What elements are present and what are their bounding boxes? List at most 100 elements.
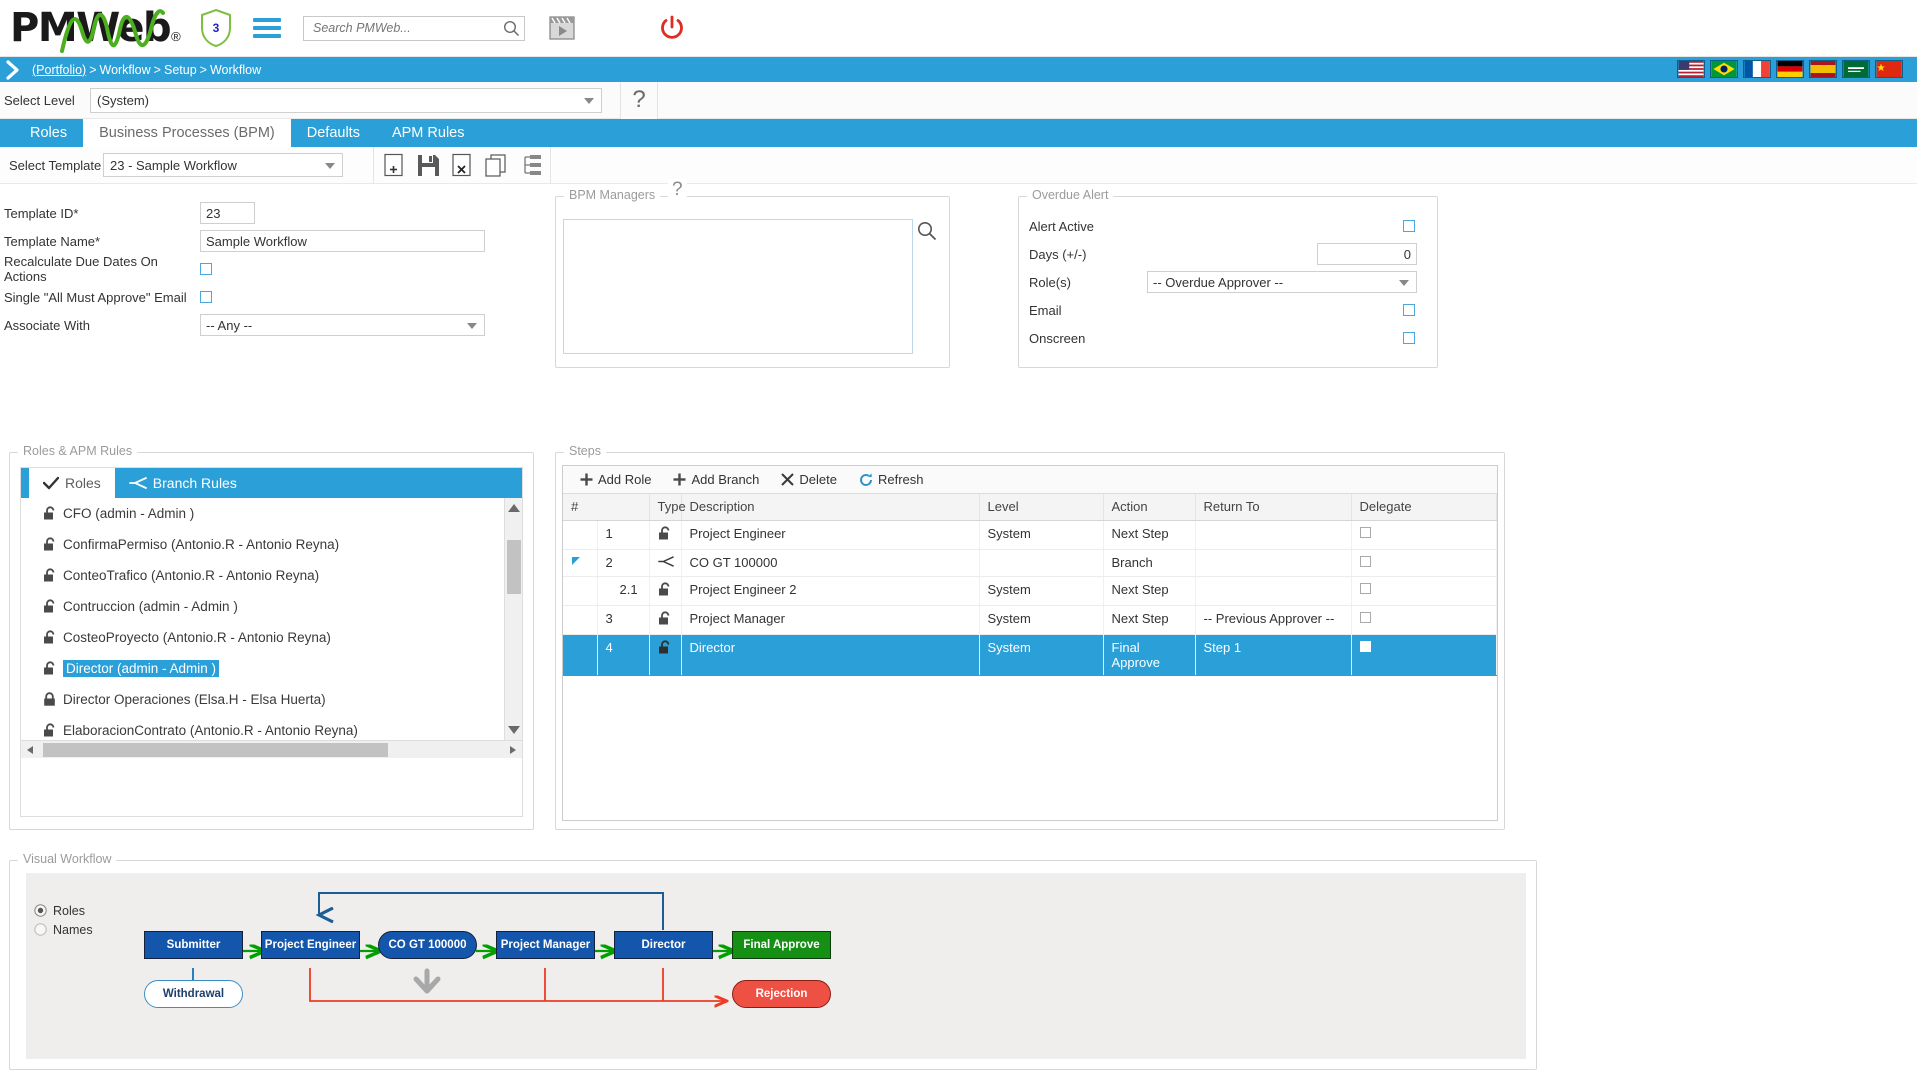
notification-shield[interactable]: 3 [199, 8, 233, 48]
select-template-dropdown[interactable]: 23 - Sample Workflow [103, 153, 343, 177]
role-list-item-selected[interactable]: Director (admin - Admin ) [21, 653, 522, 684]
table-row[interactable]: 2 CO GT 100000 Branch [563, 549, 1497, 577]
flag-sa[interactable] [1842, 60, 1870, 78]
steps-table: # Type Description Level Action Return T… [563, 494, 1497, 676]
new-icon[interactable] [377, 150, 411, 180]
refresh-button[interactable]: Refresh [850, 467, 933, 493]
delete-step-button[interactable]: Delete [772, 467, 846, 493]
role-list-item[interactable]: CFO (admin - Admin ) [21, 498, 522, 529]
bpm-managers-help-icon[interactable]: ? [668, 179, 687, 201]
search-input[interactable] [311, 20, 503, 36]
scrollbar-thumb[interactable] [507, 540, 521, 594]
bpm-managers-input[interactable] [563, 219, 913, 354]
node-director[interactable]: Director [614, 931, 713, 959]
template-name-input[interactable]: Sample Workflow [200, 230, 485, 252]
node-project-manager[interactable]: Project Manager [496, 931, 595, 959]
node-submitter[interactable]: Submitter [144, 931, 243, 959]
scroll-right-icon[interactable] [508, 745, 517, 755]
breadcrumb-item-setup[interactable]: Setup [164, 63, 197, 77]
delete-icon[interactable] [445, 150, 479, 180]
onscreen-checkbox[interactable] [1403, 332, 1415, 344]
node-co-gt-100000[interactable]: CO GT 100000 [378, 931, 477, 959]
scroll-down-icon[interactable] [508, 726, 520, 734]
breadcrumb-arrow-icon [4, 59, 26, 80]
role-list-item[interactable]: ConfirmaPermiso (Antonio.R - Antonio Rey… [21, 529, 522, 560]
breadcrumb-item-workflow[interactable]: Workflow [100, 63, 151, 77]
add-role-button[interactable]: Add Role [571, 467, 660, 493]
col-description[interactable]: Description [681, 494, 980, 521]
role-list-item[interactable]: Director Operaciones (Elsa.H - Elsa Huer… [21, 684, 522, 715]
flag-br[interactable] [1710, 60, 1738, 78]
expander-icon[interactable] [571, 556, 582, 567]
template-id-label: Template ID* [4, 205, 79, 221]
hierarchy-icon[interactable] [513, 150, 547, 180]
flag-cn[interactable] [1875, 60, 1903, 78]
hamburger-icon[interactable] [253, 18, 281, 38]
associate-with-dropdown[interactable]: -- Any -- [200, 314, 485, 336]
role-list-item[interactable]: CosteoProyecto (Antonio.R - Antonio Reyn… [21, 622, 522, 653]
days-input[interactable]: 0 [1317, 243, 1417, 265]
scrollbar-thumb[interactable] [43, 743, 388, 757]
search-icon[interactable] [917, 221, 937, 241]
single-email-checkbox[interactable] [200, 291, 212, 303]
row-action: Next Step [1103, 605, 1196, 635]
role-list-item[interactable]: ConteoTrafico (Antonio.R - Antonio Reyna… [21, 560, 522, 591]
add-branch-button[interactable]: Add Branch [664, 467, 768, 493]
table-row[interactable]: 1 Project Engineer System Next Step [563, 520, 1497, 550]
breadcrumb-link-portfolio[interactable]: (Portfolio) [32, 63, 86, 77]
col-number[interactable]: # [563, 494, 650, 521]
tab-apm-rules[interactable]: APM Rules [376, 119, 481, 147]
save-icon[interactable] [411, 150, 445, 180]
table-row-selected[interactable]: 4 Director System Final Approve Step 1 [563, 634, 1497, 676]
roles-list[interactable]: CFO (admin - Admin ) ConfirmaPermiso (An… [21, 498, 522, 740]
search-icon[interactable] [503, 20, 520, 37]
breadcrumb-item-workflow-2[interactable]: Workflow [210, 63, 261, 77]
row-expander-cell[interactable] [563, 549, 598, 577]
table-row[interactable]: 2.1 Project Engineer 2 System Next Step [563, 576, 1497, 606]
tab-defaults[interactable]: Defaults [291, 119, 376, 147]
save-glyph [417, 154, 439, 176]
recalculate-checkbox[interactable] [200, 263, 212, 275]
power-icon[interactable] [659, 15, 685, 41]
node-project-engineer[interactable]: Project Engineer [261, 931, 360, 959]
flag-us[interactable] [1677, 60, 1705, 78]
help-button[interactable]: ? [620, 81, 658, 119]
tab-roles[interactable]: Roles [14, 119, 83, 147]
flag-de[interactable] [1776, 60, 1804, 78]
select-level-dropdown[interactable]: (System) [90, 87, 602, 113]
node-final-approve[interactable]: Final Approve [732, 931, 831, 959]
node-withdrawal[interactable]: Withdrawal [144, 980, 243, 1008]
delegate-checkbox[interactable] [1359, 640, 1371, 652]
tab-business-processes[interactable]: Business Processes (BPM) [83, 119, 291, 147]
flag-fr[interactable] [1743, 60, 1771, 78]
col-delegate[interactable]: Delegate [1351, 494, 1497, 521]
delegate-checkbox[interactable] [1359, 582, 1371, 594]
tab-branch-rules[interactable]: Branch Rules [115, 468, 251, 498]
overdue-roles-dropdown[interactable]: -- Overdue Approver -- [1147, 271, 1417, 293]
copy-icon[interactable] [479, 150, 513, 180]
col-type[interactable]: Type [649, 494, 686, 521]
scroll-left-icon[interactable] [26, 745, 35, 755]
alert-active-checkbox[interactable] [1403, 220, 1415, 232]
delegate-checkbox[interactable] [1359, 555, 1371, 567]
template-fields: Template ID* 23 Template Name* Sample Wo… [0, 198, 540, 338]
node-rejection[interactable]: Rejection [732, 980, 831, 1008]
delegate-checkbox[interactable] [1359, 611, 1371, 623]
video-clapper-icon[interactable] [549, 16, 575, 40]
overdue-alert-panel: Overdue Alert Alert Active Days (+/-) 0 … [1018, 188, 1438, 368]
roles-horizontal-scrollbar[interactable] [21, 740, 522, 758]
delegate-checkbox[interactable] [1359, 526, 1371, 538]
scroll-up-icon[interactable] [508, 504, 520, 512]
roles-vertical-scrollbar[interactable] [504, 498, 522, 740]
tab-roles-list[interactable]: Roles [29, 468, 115, 498]
col-level[interactable]: Level [979, 494, 1104, 521]
template-id-input[interactable]: 23 [200, 202, 255, 224]
role-list-item[interactable]: Contruccion (admin - Admin ) [21, 591, 522, 622]
role-list-item[interactable]: ElaboracionContrato (Antonio.R - Antonio… [21, 715, 522, 740]
search-box[interactable] [303, 15, 525, 41]
col-return-to[interactable]: Return To [1195, 494, 1352, 521]
email-checkbox[interactable] [1403, 304, 1415, 316]
table-row[interactable]: 3 Project Manager System Next Step -- Pr… [563, 605, 1497, 635]
flag-es[interactable] [1809, 60, 1837, 78]
col-action[interactable]: Action [1103, 494, 1196, 521]
